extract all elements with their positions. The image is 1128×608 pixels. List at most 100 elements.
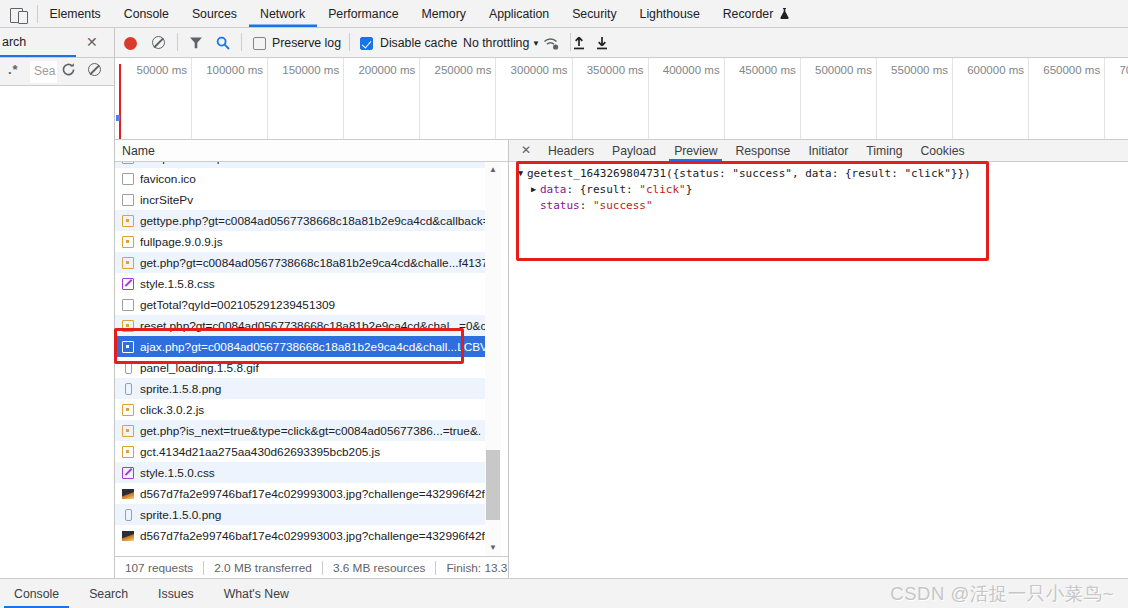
request-row[interactable]: fullpage.9.0.9.js — [115, 231, 485, 252]
request-row[interactable]: ajax.php?gt=c0084ad0567738668c18a81b2e9c… — [115, 336, 485, 357]
drawer-tab-issues[interactable]: Issues — [148, 579, 204, 608]
resource-type-icon — [122, 299, 134, 311]
block-circle — [88, 63, 101, 76]
timeline-tick-label: 350000 ms — [575, 64, 644, 76]
network-overview[interactable]: 50000 ms100000 ms150000 ms200000 ms25000… — [115, 58, 1128, 140]
request-row[interactable]: sprite.1.5.8.png — [115, 378, 485, 399]
request-row[interactable]: gettype.php?gt=c0084ad0567738668c18a81b2… — [115, 210, 485, 231]
preview-segment: "success" — [593, 199, 653, 212]
detail-tab-headers[interactable]: Headers — [543, 140, 599, 161]
resource-type-icon — [122, 278, 134, 290]
drawer-tab-search[interactable]: Search — [79, 579, 138, 608]
request-row[interactable]: d567d7fa2e99746baf17e4c029993003.jpg?cha… — [115, 525, 485, 546]
preview-line[interactable]: ▼geetest_1643269804731({status: "success… — [518, 167, 971, 180]
tab-network[interactable]: Network — [249, 0, 317, 27]
clear-network-log-button[interactable] — [152, 36, 165, 49]
timeline-gridline — [952, 58, 953, 140]
tab-console[interactable]: Console — [112, 0, 180, 27]
record-button[interactable] — [124, 37, 137, 50]
scrollbar[interactable]: ▲ ▼ — [485, 162, 501, 556]
request-row[interactable]: gct.4134d21aa275aa430d62693395bcb205.js — [115, 441, 485, 462]
tab-sources[interactable]: Sources — [180, 0, 248, 27]
timeline-gridline — [1104, 58, 1105, 140]
request-row[interactable]: reset.php?gt=c0084ad0567738668c18a81b2e9… — [115, 315, 485, 336]
resource-type-icon — [122, 467, 134, 479]
detail-tab-cookies[interactable]: Cookies — [915, 140, 969, 161]
detail-tabbar: ✕ Headers Payload Preview Response Initiator… — [509, 140, 1128, 162]
request-row[interactable]: getTotal?qyId=002105291239451309 — [115, 294, 485, 315]
detail-tab-payload[interactable]: Payload — [607, 140, 661, 161]
request-name: d567d7fa2e99746baf17e4c029993003.jpg?cha… — [140, 487, 485, 501]
preview-segment: "click" — [639, 183, 685, 196]
expanded-arrow-icon[interactable]: ▼ — [518, 168, 527, 178]
request-name: panel_loading.1.5.8.gif — [140, 361, 259, 375]
block-icon[interactable] — [88, 63, 101, 76]
request-row[interactable]: sprite.1.5.0.png — [115, 504, 485, 525]
request-row[interactable]: style.1.5.8.css — [115, 273, 485, 294]
request-row[interactable]: get.php?gt=c0084ad0567738668c18a81b2e9ca… — [115, 252, 485, 273]
search-drawer-field[interactable]: Sea — [30, 61, 57, 83]
export-har-icon[interactable] — [595, 35, 609, 51]
toolbar-separator — [349, 33, 350, 51]
request-row[interactable]: style.1.5.0.css — [115, 462, 485, 483]
tab-security[interactable]: Security — [561, 0, 628, 27]
toggle-device-toolbar-button[interactable] — [0, 5, 38, 23]
filter-button[interactable] — [189, 37, 203, 49]
preserve-log-checkbox[interactable] — [253, 37, 266, 50]
throttling-select[interactable]: No throttling — [463, 36, 529, 50]
search-network-button[interactable] — [216, 36, 230, 50]
name-column-header[interactable]: Name — [115, 140, 508, 162]
refresh-icon[interactable] — [61, 62, 76, 77]
scroll-up-arrow[interactable]: ▲ — [485, 162, 501, 178]
request-row[interactable]: panel_loading.1.5.8.gif — [115, 357, 485, 378]
network-conditions-icon[interactable] — [543, 36, 560, 51]
scrollbar-thumb[interactable] — [486, 450, 500, 520]
collapsed-arrow-icon[interactable]: ▶ — [531, 184, 540, 194]
tab-performance[interactable]: Performance — [317, 0, 410, 27]
timeline-gridline — [267, 58, 268, 140]
regex-toggle[interactable]: .* — [8, 62, 19, 77]
detail-tab-preview[interactable]: Preview — [669, 140, 722, 161]
scroll-down-arrow[interactable]: ▼ — [485, 540, 501, 556]
search-drawer-input[interactable]: arch — [2, 35, 26, 49]
request-row[interactable]: click.3.0.2.js — [115, 399, 485, 420]
timeline-gridline — [495, 58, 496, 140]
import-har-icon[interactable] — [572, 35, 586, 51]
timeline-tick-label: 600000 ms — [955, 64, 1024, 76]
request-name: reset.php?gt=c0084ad0567738668c18a81b2e9… — [140, 319, 485, 333]
drawer-tab-what-s-new[interactable]: What's New — [214, 579, 299, 608]
detail-tab-initiator[interactable]: Initiator — [803, 140, 853, 161]
timeline-tick-label: 200000 ms — [346, 64, 415, 76]
timeline-tick-label: 150000 ms — [270, 64, 339, 76]
timeline-gridline — [876, 58, 877, 140]
request-row[interactable]: d567d7fa2e99746baf17e4c029993003.jpg?cha… — [115, 483, 485, 504]
tab-memory[interactable]: Memory — [410, 0, 477, 27]
resource-type-icon — [122, 194, 134, 206]
resource-type-icon — [122, 404, 134, 416]
request-row[interactable]: get.php?is_next=true&type=click&gt=c0084… — [115, 420, 485, 441]
timeline-gridline — [724, 58, 725, 140]
clear-icon — [152, 36, 165, 49]
search-clear-icon[interactable]: ✕ — [86, 34, 98, 50]
preview-line[interactable]: ▶data: {result: "click"} — [518, 183, 692, 196]
resource-type-icon — [122, 488, 134, 500]
disable-cache-checkbox[interactable] — [360, 37, 373, 50]
detail-tab-timing[interactable]: Timing — [861, 140, 907, 161]
timeline-gridline — [191, 58, 192, 140]
detail-tab-response[interactable]: Response — [730, 140, 795, 161]
resource-type-icon — [122, 257, 134, 269]
close-details-icon[interactable]: ✕ — [513, 140, 539, 161]
timeline-gridline — [800, 58, 801, 140]
tab-elements[interactable]: Elements — [38, 0, 112, 27]
timeline-gridline — [648, 58, 649, 140]
drawer-tab-console[interactable]: Console — [4, 579, 69, 608]
request-row[interactable]: favicon.ico — [115, 168, 485, 189]
timeline-tick-label: 550000 ms — [879, 64, 948, 76]
tab-lighthouse[interactable]: Lighthouse — [628, 0, 711, 27]
timeline-gridline — [572, 58, 573, 140]
request-name: click.3.0.2.js — [140, 403, 204, 417]
summary-item: 3.6 MB resources — [322, 561, 435, 575]
request-row[interactable]: incrSitePv — [115, 189, 485, 210]
tab-application[interactable]: Application — [477, 0, 560, 27]
tab-recorder[interactable]: Recorder — [711, 0, 785, 27]
